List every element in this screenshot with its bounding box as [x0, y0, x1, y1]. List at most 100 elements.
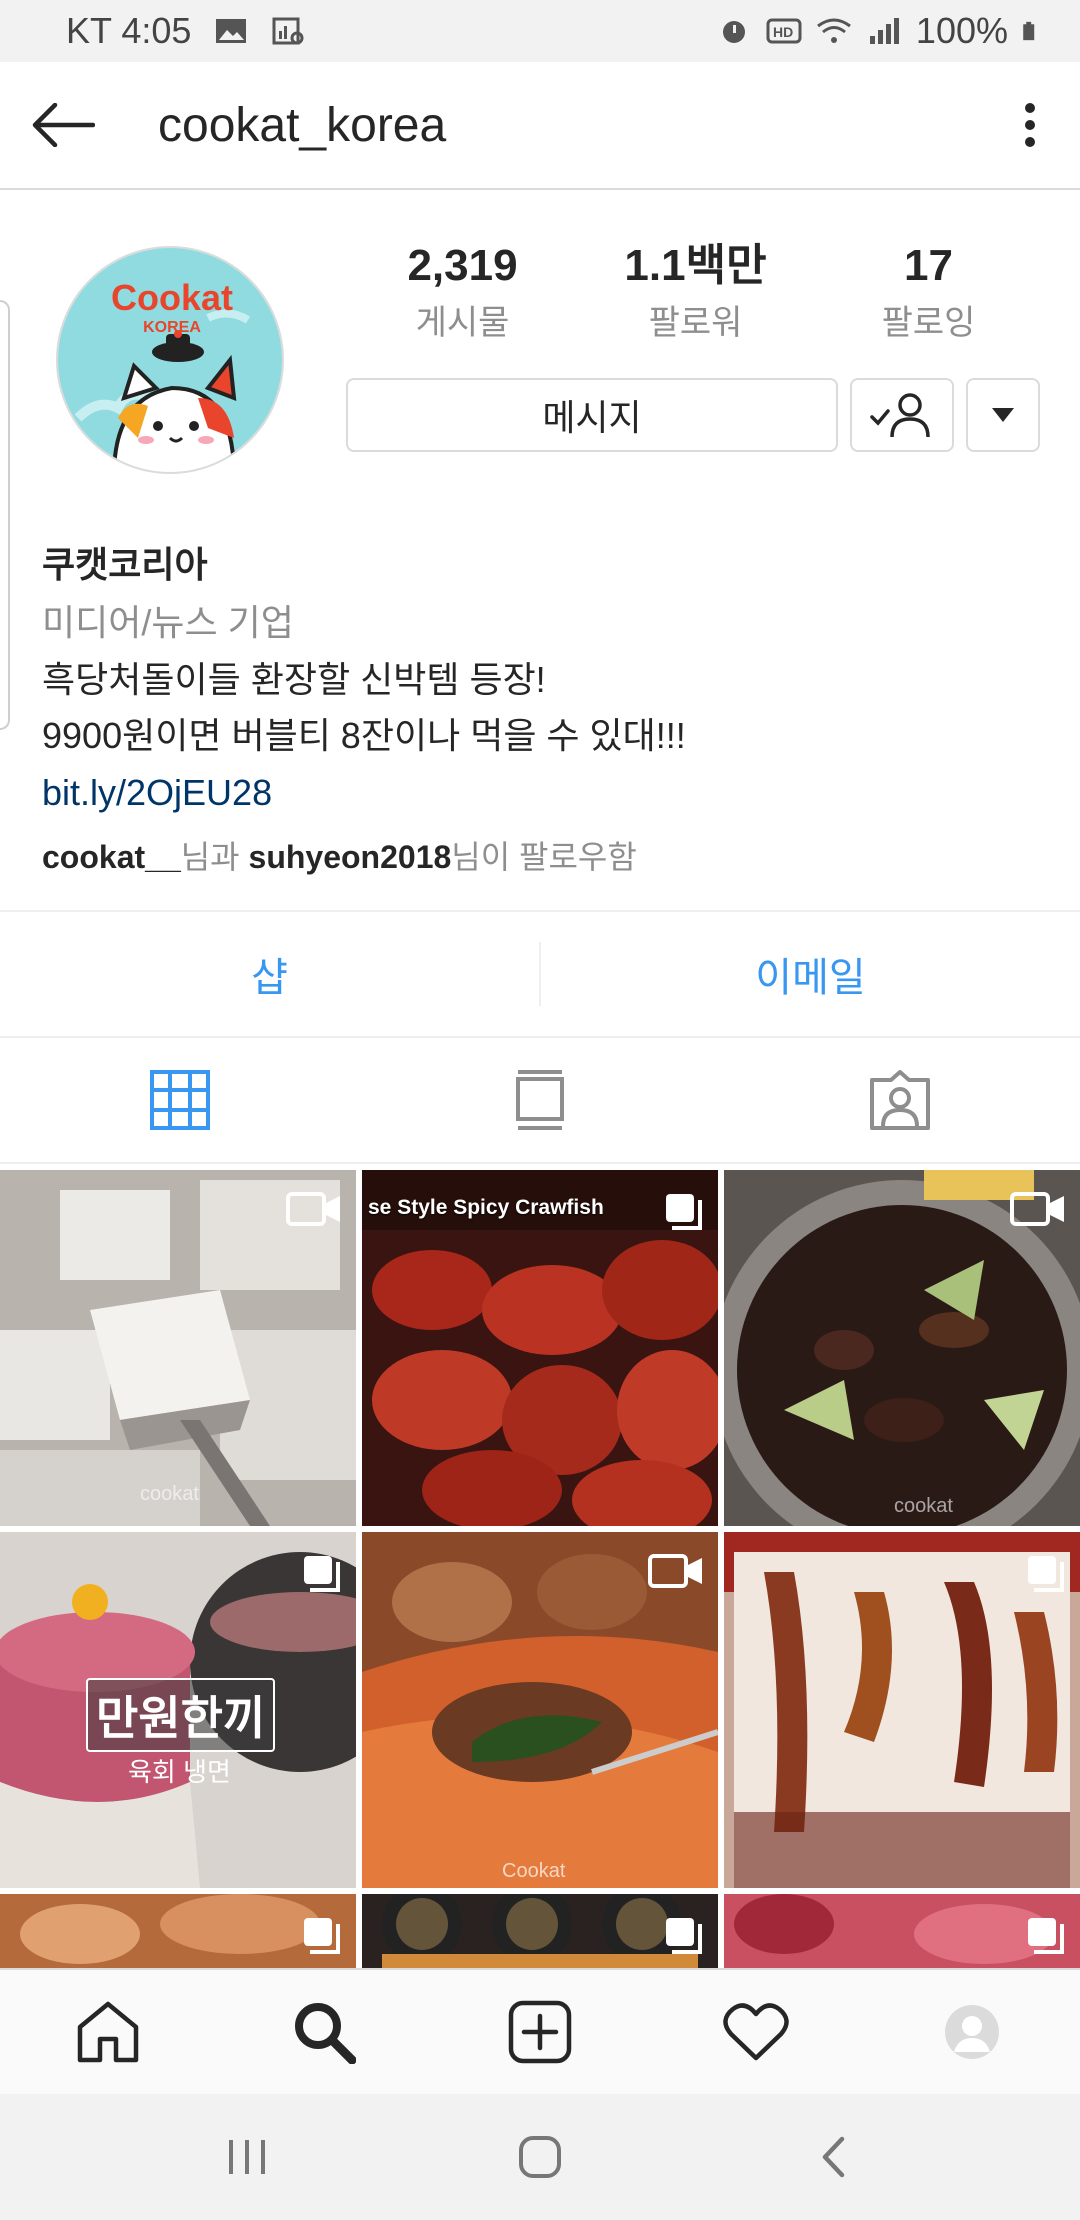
followed-by-user-2[interactable]: suhyeon2018	[249, 839, 452, 875]
bio-line-1: 흑당처돌이들 환장할 신박템 등장!	[42, 659, 546, 700]
carousel-icon	[1028, 1556, 1064, 1592]
search-icon	[295, 2003, 356, 2064]
profile-category: 미디어/뉴스 기업	[42, 602, 294, 643]
nav-profile-button[interactable]	[912, 1972, 1032, 2092]
avatar-brand-sub: KOREA	[143, 319, 201, 336]
profile-tabs	[0, 1038, 1080, 1164]
avatar-brand-text: Cookat	[111, 277, 233, 318]
more-vertical-icon	[1025, 103, 1035, 147]
alarm-icon	[722, 21, 745, 43]
recent-apps-icon	[228, 2140, 265, 2174]
carousel-icon	[304, 1556, 340, 1592]
post-overlay-title: 만원한끼	[86, 1678, 276, 1752]
profile-avatar[interactable]: Cookat KOREA	[56, 246, 284, 474]
followed-by-text[interactable]: cookat__님과 suhyeon2018님이 팔로우함	[42, 826, 1042, 888]
tab-feed[interactable]	[360, 1038, 720, 1162]
nav-search-button[interactable]	[264, 1972, 384, 2092]
chevron-left-icon	[823, 2136, 845, 2178]
gallery-icon	[216, 19, 247, 43]
message-button[interactable]: 메시지	[346, 378, 838, 452]
carousel-icon	[304, 1918, 340, 1954]
feed-icon	[516, 1070, 564, 1130]
svg-text:Cookat: Cookat	[502, 1860, 566, 1882]
post-thumbnail[interactable]: se Style Spicy Crawfish	[362, 1170, 718, 1526]
posts-count: 2,319	[407, 241, 518, 290]
svg-text:HD: HD	[773, 24, 793, 40]
post-caption-crawfish: se Style Spicy Crawfish	[368, 1196, 604, 1219]
carrier-time: KT 4:05	[66, 10, 192, 51]
cookat-logo-icon: Cookat KOREA	[58, 248, 282, 472]
posts-grid: cookat se Style Spicy Crawfish cookat 만원…	[0, 1170, 1080, 1968]
top-app-bar: cookat_korea	[0, 62, 1080, 190]
carousel-icon	[666, 1194, 702, 1230]
battery-icon	[1023, 21, 1035, 41]
back-system-button[interactable]	[773, 2097, 893, 2217]
followers-label: 팔로워	[648, 303, 743, 342]
video-icon	[1010, 1192, 1064, 1226]
followed-by-suffix: 님이 팔로우함	[451, 839, 637, 875]
arrow-left-icon	[32, 103, 95, 147]
post-thumbnail[interactable]: Cookat	[362, 1532, 718, 1888]
post-thumbnail[interactable]	[0, 1894, 356, 1968]
profile-stats: 2,319 게시물 1.1백만 팔로워 17 팔로잉	[346, 240, 1046, 344]
shop-button[interactable]: 샵	[0, 945, 539, 1003]
following-button[interactable]	[850, 378, 954, 452]
analytics-search-icon	[272, 17, 304, 45]
contact-actions: 샵 이메일	[0, 912, 1080, 1036]
profile-username-title: cookat_korea	[158, 98, 447, 152]
post-thumbnail[interactable]: 만원한끼 육회 냉면	[0, 1532, 356, 1888]
more-options-button[interactable]	[980, 61, 1080, 189]
carousel-icon	[1028, 1918, 1064, 1954]
edge-panel-handle[interactable]	[0, 300, 10, 730]
suggestions-dropdown-button[interactable]	[966, 378, 1040, 452]
followed-by-user-1[interactable]: cookat__	[42, 839, 181, 875]
nav-home-button[interactable]	[48, 1972, 168, 2092]
home-icon	[77, 2001, 139, 2063]
profile-action-buttons: 메시지	[346, 378, 1040, 452]
caret-down-icon	[992, 408, 1014, 422]
followers-stat[interactable]: 1.1백만 팔로워	[579, 240, 812, 344]
tab-tagged[interactable]	[720, 1038, 1080, 1162]
grid-icon	[150, 1070, 210, 1130]
tagged-user-icon	[870, 1070, 930, 1130]
post-thumbnail[interactable]	[724, 1532, 1080, 1888]
following-count: 17	[904, 241, 953, 290]
post-thumbnail[interactable]	[362, 1894, 718, 1968]
svg-text:cookat: cookat	[140, 1483, 199, 1505]
svg-text:cookat: cookat	[894, 1495, 953, 1517]
tab-grid[interactable]	[0, 1038, 360, 1162]
heart-icon	[723, 2003, 789, 2061]
hd-icon: HD	[766, 18, 802, 44]
bio-link[interactable]: bit.ly/2OjEU28	[42, 764, 1042, 822]
status-bar: KT 4:05 HD 100%	[0, 0, 1080, 62]
profile-avatar-icon	[945, 2005, 999, 2059]
bottom-navigation	[0, 1968, 1080, 2094]
display-name: 쿠캣코리아	[42, 544, 208, 585]
posts-stat: 2,319 게시물	[346, 240, 579, 344]
home-system-button[interactable]	[480, 2097, 600, 2217]
video-icon	[286, 1192, 340, 1226]
user-check-icon	[870, 393, 930, 438]
email-button[interactable]: 이메일	[541, 945, 1080, 1003]
post-overlay-subtitle: 육회 냉면	[128, 1757, 231, 1787]
post-thumbnail[interactable]	[724, 1894, 1080, 1968]
signal-icon	[869, 18, 899, 44]
home-system-icon	[518, 2136, 561, 2178]
carousel-icon	[666, 1918, 702, 1954]
bio-line-2: 9900원이면 버블티 8잔이나 먹을 수 있대!!!	[42, 715, 686, 756]
back-button[interactable]	[0, 61, 126, 189]
system-navigation-bar	[0, 2094, 1080, 2220]
profile-bio: 쿠캣코리아 미디어/뉴스 기업 흑당처돌이들 환장할 신박템 등장! 9900원…	[42, 536, 1042, 888]
followers-count: 1.1백만	[624, 241, 767, 290]
post-thumbnail[interactable]: cookat	[0, 1170, 356, 1526]
post-thumbnail[interactable]: cookat	[724, 1170, 1080, 1526]
recent-apps-button[interactable]	[187, 2097, 307, 2217]
posts-label: 게시물	[415, 303, 510, 342]
nav-new-post-button[interactable]	[480, 1972, 600, 2092]
following-label: 팔로잉	[881, 303, 976, 342]
nav-activity-button[interactable]	[696, 1972, 816, 2092]
add-post-icon	[508, 2000, 572, 2064]
wifi-icon	[817, 18, 851, 43]
following-stat[interactable]: 17 팔로잉	[812, 240, 1045, 344]
battery-level: 100%	[915, 10, 1008, 51]
